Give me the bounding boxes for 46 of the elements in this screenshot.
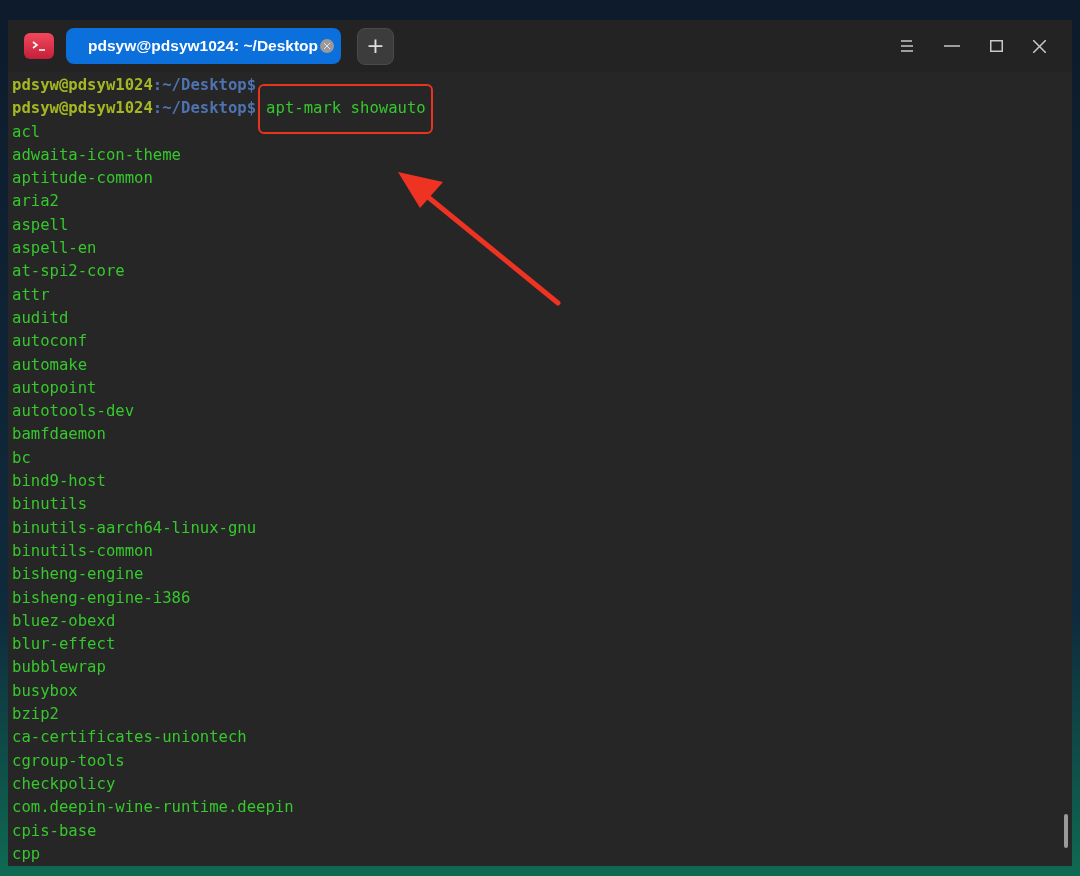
output-line: bisheng-engine-i386 <box>12 587 191 609</box>
output-line: cgroup-tools <box>12 750 125 772</box>
output-line: bc <box>12 447 31 469</box>
output-line: binutils-common <box>12 540 153 562</box>
maximize-icon[interactable] <box>990 40 1003 52</box>
output-line: aptitude-common <box>12 168 153 190</box>
terminal-tab[interactable]: pdsyw@pdsyw1024: ~/Desktop <box>66 28 342 64</box>
output-line: aria2 <box>12 191 59 213</box>
output-line: blur-effect <box>12 634 116 656</box>
output-line: aspell-en <box>12 238 97 260</box>
output-line: bzip2 <box>12 704 59 725</box>
command-text: apt-mark showauto <box>266 99 426 118</box>
output-line: autopoint <box>12 377 97 399</box>
output-line: busybox <box>12 680 78 702</box>
prompt-user: pdsyw@pdsyw1024 <box>12 98 153 120</box>
menu-icon[interactable] <box>900 40 914 52</box>
new-tab-button[interactable]: + <box>357 27 395 65</box>
output-line: adwaita-icon-theme <box>12 144 181 166</box>
output-line: binutils <box>12 494 88 516</box>
output-line: autoconf <box>12 331 88 353</box>
output-line: aspell <box>12 214 69 236</box>
output-line: cpis-base <box>12 820 97 842</box>
output-line: ca-certificates-uniontech <box>12 727 247 749</box>
output-line: cpp <box>12 843 41 865</box>
output-line: automake <box>12 354 88 376</box>
tab-title: pdsyw@pdsyw1024: ~/Desktop <box>88 36 319 57</box>
output-line: bind9-host <box>12 471 106 493</box>
output-line: autotools-dev <box>12 401 135 423</box>
close-tab-icon[interactable] <box>320 39 335 53</box>
output-line: com.deepin-wine-runtime.deepin <box>12 797 294 819</box>
output-line: binutils-aarch64-linux-gnu <box>12 517 257 539</box>
output-line: attr <box>12 284 50 306</box>
scrollbar-thumb[interactable] <box>1064 814 1068 848</box>
output-line: bubblewrap <box>12 657 106 679</box>
prompt-user: pdsyw@pdsyw1024 <box>12 75 153 96</box>
output-line: at-spi2-core <box>12 261 125 283</box>
output-line: bisheng-engine <box>12 564 144 586</box>
output-line: bluez-obexd <box>12 610 116 632</box>
output-line: checkpolicy <box>12 773 116 795</box>
output-line: auditd <box>12 307 69 329</box>
prompt-path: :~/Desktop$ <box>152 75 257 96</box>
terminal-app-icon <box>24 33 54 59</box>
output-line: acl <box>12 121 41 143</box>
prompt-path: :~/Desktop$ <box>152 98 257 120</box>
output-line: bamfdaemon <box>12 424 106 446</box>
close-icon[interactable] <box>1033 39 1046 53</box>
